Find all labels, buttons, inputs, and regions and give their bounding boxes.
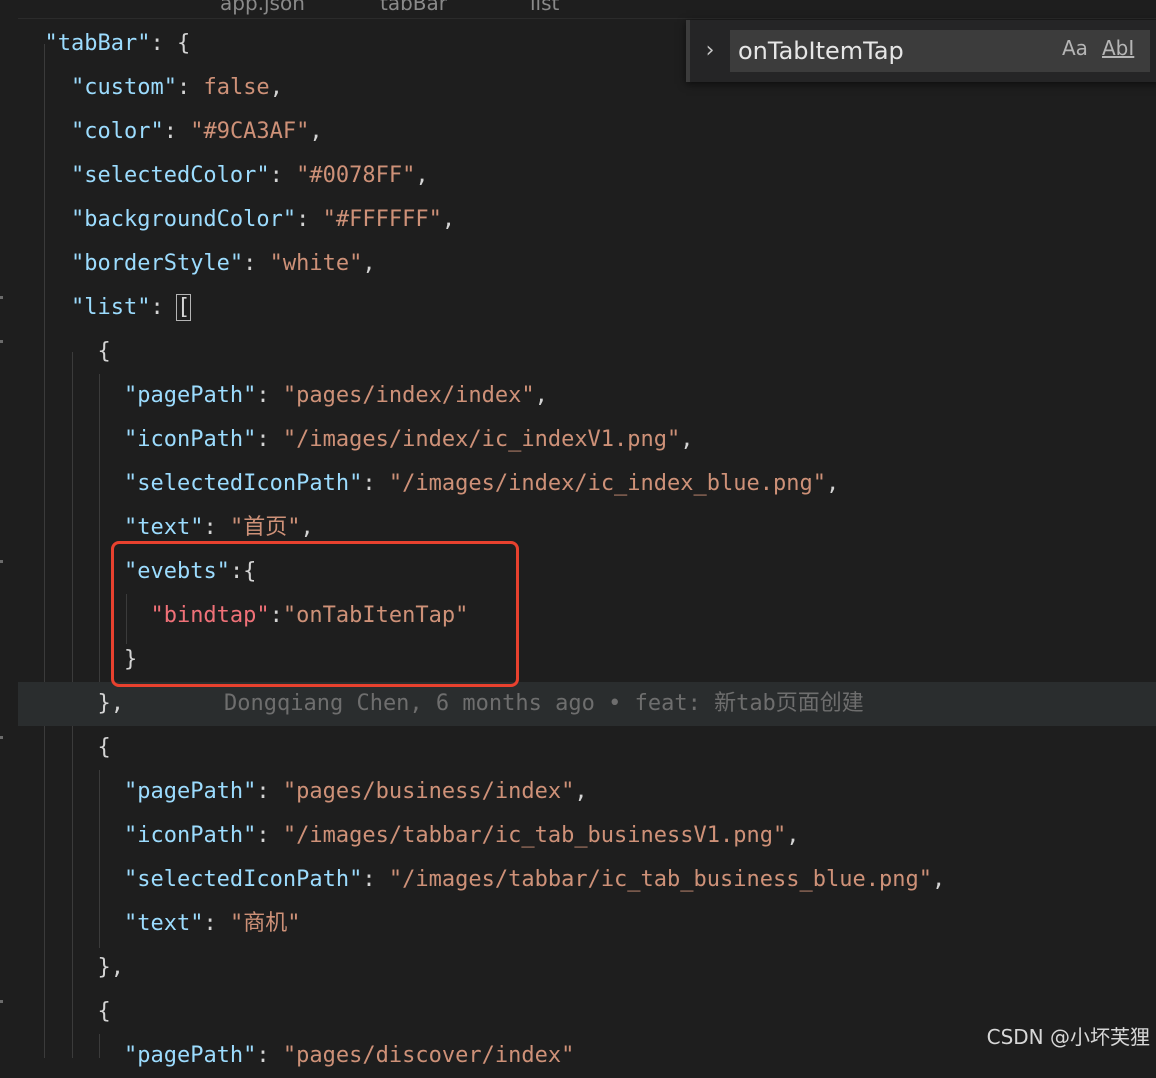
code-line: "color": "#9CA3AF",: [70, 119, 323, 144]
fold-marker[interactable]: [0, 296, 3, 299]
code-line: "list": [: [70, 294, 192, 321]
fold-marker[interactable]: [0, 340, 3, 343]
code-editor[interactable]: "tabBar": { "custom": false, "color": "#…: [18, 22, 1156, 1068]
breadcrumb-tabbar[interactable]: tabBar: [380, 0, 447, 15]
editor-gutter: [0, 18, 18, 1058]
chevron-right-icon[interactable]: ›: [700, 38, 720, 64]
code-line: "iconPath": "/images/index/ic_indexV1.pn…: [123, 427, 694, 452]
code-line: "pagePath": "pages/business/index",: [123, 779, 588, 804]
code-line: "borderStyle": "white",: [70, 251, 376, 276]
find-widget: › Aa AbI: [686, 20, 1156, 82]
fold-marker[interactable]: [0, 560, 3, 563]
code-line: "pagePath": "pages/discover/index": [123, 1043, 575, 1068]
code-line: "text": "商机": [123, 911, 301, 936]
fold-marker[interactable]: [0, 736, 3, 739]
code-line: },: [97, 955, 124, 980]
code-line: "pagePath": "pages/index/index",: [123, 383, 548, 408]
code-line: "iconPath": "/images/tabbar/ic_tab_busin…: [123, 823, 800, 848]
code-line: "selectedColor": "#0078FF",: [70, 163, 429, 188]
code-line-current: }, Dongqiang Chen, 6 months ago • feat: 新…: [18, 682, 1156, 726]
code-line: {: [97, 999, 111, 1024]
code-line: {: [97, 735, 111, 760]
match-whole-word-toggle[interactable]: AbI: [1102, 36, 1134, 60]
breadcrumb-file[interactable]: app.json: [220, 0, 305, 15]
code-line: "selectedIconPath": "/images/index/ic_in…: [123, 471, 840, 496]
code-line: "selectedIconPath": "/images/tabbar/ic_t…: [123, 867, 946, 892]
fold-marker[interactable]: [0, 1000, 3, 1003]
git-blame-annotation: Dongqiang Chen, 6 months ago • feat: 新ta…: [224, 691, 864, 716]
breadcrumb-list[interactable]: list: [530, 0, 559, 15]
breadcrumb: app.json tabBar list: [0, 0, 1156, 19]
code-line: "backgroundColor": "#FFFFFF",: [70, 207, 456, 232]
match-case-toggle[interactable]: Aa: [1062, 36, 1088, 60]
code-line: {: [97, 339, 111, 364]
watermark: CSDN @小坏芙狸: [986, 1025, 1150, 1049]
annotation-highlight-box: [111, 541, 519, 687]
